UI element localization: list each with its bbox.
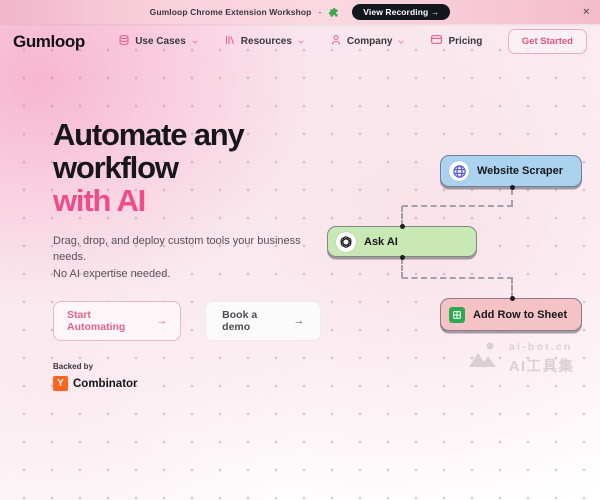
hero-title-line2: workflow [53, 150, 178, 185]
watermark-line2: AI工具集 [509, 355, 575, 376]
globe-icon [449, 161, 469, 181]
y-combinator-name: Combinator [73, 378, 138, 390]
arrow-right-icon: → [157, 315, 168, 327]
start-automating-button[interactable]: Start Automating → [53, 301, 181, 341]
get-started-button[interactable]: Get Started [508, 29, 587, 54]
node-label: Ask AI [364, 236, 398, 248]
connector-dot [400, 224, 405, 229]
nav-item-use-cases[interactable]: Use Cases [118, 33, 199, 51]
nav-item-label: Company [347, 36, 393, 47]
book-a-demo-label: Book a demo [222, 309, 281, 333]
close-icon[interactable]: ✕ [580, 6, 592, 19]
connector-line [402, 277, 513, 279]
connector-line [511, 189, 513, 206]
announcement-banner: Gumloop Chrome Extension Workshop - View… [0, 0, 600, 24]
hero-section: Automate any workflow with AI Drag, drop… [53, 119, 321, 391]
watermark: ai-bot.cn AI工具集 [468, 341, 575, 376]
nav-item-label: Pricing [448, 36, 482, 47]
nav-item-company[interactable]: Company [330, 33, 406, 51]
connector-dot [510, 296, 515, 301]
y-combinator-badge: Y Combinator [53, 376, 321, 391]
backed-by-label: Backed by [53, 362, 321, 371]
openai-icon [336, 232, 356, 252]
hero-title-accent: with AI [53, 183, 145, 218]
hero-subtitle: Drag, drop, and deploy custom tools your… [53, 233, 305, 283]
nav-item-resources[interactable]: Resources [224, 33, 305, 51]
card-icon [430, 33, 443, 51]
view-recording-button[interactable]: View Recording → [352, 4, 450, 20]
y-combinator-icon: Y [53, 376, 68, 391]
book-a-demo-button[interactable]: Book a demo → [205, 301, 321, 341]
hero-title-line1: Automate any [53, 117, 244, 152]
connector-line [401, 206, 403, 226]
arrow-right-icon: → [294, 315, 305, 327]
gumloop-landing-page: Gumloop Chrome Extension Workshop - View… [0, 0, 600, 500]
workflow-node-ask-ai[interactable]: Ask AI [327, 226, 477, 257]
watermark-logo-icon [468, 341, 502, 376]
chevron-down-icon [191, 33, 199, 51]
sheets-icon [449, 307, 465, 323]
workflow-node-add-row-to-sheet[interactable]: Add Row to Sheet [440, 298, 582, 331]
chevron-down-icon [397, 33, 405, 51]
banner-dash: - [318, 7, 321, 17]
gumloop-logo[interactable]: Gumloop [13, 32, 85, 52]
node-label: Website Scraper [477, 165, 563, 177]
nav-bar: Gumloop Use Cases Resources [0, 24, 600, 59]
hero-title: Automate any workflow with AI [53, 119, 321, 218]
chrome-extension-puzzle-icon [328, 7, 339, 18]
watermark-text: ai-bot.cn AI工具集 [509, 341, 575, 376]
nav-menu: Use Cases Resources Company [110, 33, 482, 51]
start-automating-label: Start Automating [67, 309, 144, 333]
person-icon [330, 33, 342, 51]
hero-subtitle-line2: No AI expertise needed. [53, 266, 305, 283]
connector-dot [510, 185, 515, 190]
nav-item-label: Resources [241, 36, 292, 47]
hero-subtitle-line1: Drag, drop, and deploy custom tools your… [53, 233, 305, 266]
connector-line [402, 205, 513, 207]
connector-line [511, 278, 513, 298]
backed-by-block: Backed by Y Combinator [53, 362, 321, 391]
hero-cta-row: Start Automating → Book a demo → [53, 301, 321, 341]
node-label: Add Row to Sheet [473, 309, 567, 321]
workflow-node-website-scraper[interactable]: Website Scraper [440, 155, 582, 187]
connector-line [401, 258, 403, 278]
chevron-down-icon [297, 33, 305, 51]
nav-item-label: Use Cases [135, 36, 186, 47]
watermark-line1: ai-bot.cn [509, 341, 575, 353]
nav-item-pricing[interactable]: Pricing [430, 33, 482, 51]
banner-text: Gumloop Chrome Extension Workshop [150, 7, 312, 17]
layers-icon [118, 33, 130, 51]
connector-dot [400, 255, 405, 260]
books-icon [224, 33, 236, 51]
